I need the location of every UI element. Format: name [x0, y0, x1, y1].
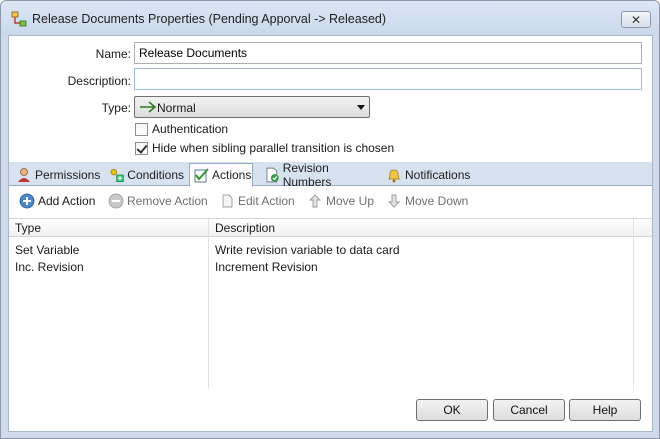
tab-label: Permissions	[35, 168, 101, 182]
column-header-type[interactable]: Type	[15, 221, 41, 235]
table-header: Type Description	[9, 219, 652, 237]
column-header-description[interactable]: Description	[215, 221, 275, 235]
tab-label: Actions	[212, 168, 252, 182]
edit-action-button[interactable]: Edit Action	[219, 191, 295, 211]
name-label: Name:	[95, 47, 131, 61]
hide-sibling-checkbox[interactable]	[135, 141, 148, 155]
tab-actions[interactable]: Actions	[189, 163, 253, 187]
workflow-transition-icon	[11, 11, 27, 27]
tab-label: Revision Numbers	[282, 161, 332, 189]
move-up-label: Move Up	[326, 194, 375, 208]
hide-sibling-label: Hide when sibling parallel transition is…	[152, 141, 395, 155]
tab-notifications[interactable]: Notifications	[383, 164, 473, 186]
tab-revision-numbers[interactable]: Revision Numbers	[261, 161, 379, 189]
type-label: Type:	[101, 101, 131, 115]
description-input[interactable]	[134, 68, 642, 90]
title-bar: Release Documents Properties (Pending Ap…	[1, 1, 659, 35]
remove-action-button[interactable]: Remove Action	[108, 191, 208, 211]
help-button[interactable]: Help	[569, 399, 641, 421]
edit-action-label: Edit Action	[238, 194, 295, 208]
close-button[interactable]: ✕	[621, 11, 651, 28]
type-select[interactable]: Normal	[134, 96, 370, 118]
authentication-checkbox-row[interactable]: Authentication	[135, 121, 228, 137]
cell-type: Inc. Revision	[15, 260, 84, 274]
move-up-button[interactable]: Move Up	[307, 191, 374, 211]
ok-button[interactable]: OK	[416, 399, 488, 421]
dialog-client-area: Name: Description: Type: Normal Authenti…	[8, 35, 653, 432]
tabs-area: Permissions Conditions Actions Revision …	[9, 161, 652, 432]
authentication-checkbox[interactable]	[135, 122, 148, 136]
arrow-down-icon	[387, 194, 401, 208]
conditions-icon	[110, 168, 124, 183]
name-input[interactable]	[134, 42, 642, 64]
tab-label: Notifications	[405, 168, 471, 182]
cell-description: Increment Revision	[215, 260, 318, 274]
tab-conditions[interactable]: Conditions	[106, 164, 184, 186]
authentication-label: Authentication	[152, 122, 229, 136]
move-down-button[interactable]: Move Down	[386, 191, 468, 211]
tab-permissions[interactable]: Permissions	[13, 164, 101, 186]
hide-sibling-checkbox-row[interactable]: Hide when sibling parallel transition is…	[135, 140, 394, 156]
cell-type: Set Variable	[15, 243, 80, 257]
description-label: Description:	[67, 74, 131, 88]
add-action-label: Add Action	[38, 194, 96, 208]
column-divider[interactable]	[208, 219, 209, 389]
remove-action-label: Remove Action	[127, 194, 208, 208]
window-title: Release Documents Properties (Pending Ap…	[32, 12, 387, 26]
arrow-up-icon	[308, 194, 322, 208]
arrow-right-icon	[140, 101, 157, 113]
actions-checklist-icon	[194, 168, 209, 183]
cancel-button[interactable]: Cancel	[493, 399, 565, 421]
user-icon	[18, 168, 30, 182]
properties-dialog: Release Documents Properties (Pending Ap…	[0, 0, 660, 439]
add-action-button[interactable]: Add Action	[19, 191, 95, 211]
column-divider[interactable]	[633, 219, 634, 389]
edit-document-icon	[222, 194, 233, 208]
remove-icon	[108, 193, 124, 209]
add-icon	[19, 193, 35, 209]
move-down-label: Move Down	[405, 194, 469, 208]
actions-table: Type Description Set Variable Write revi…	[9, 218, 652, 389]
actions-toolbar: Add Action Remove Action Edit Action Mov…	[9, 187, 652, 215]
tab-strip: Permissions Conditions Actions Revision …	[9, 161, 652, 189]
cell-description: Write revision variable to data card	[215, 243, 400, 257]
close-icon: ✕	[630, 12, 642, 27]
chevron-down-icon	[357, 105, 365, 110]
tab-label: Conditions	[127, 168, 184, 182]
revision-icon	[266, 167, 279, 183]
bell-icon	[388, 169, 400, 183]
type-select-value: Normal	[157, 101, 196, 115]
